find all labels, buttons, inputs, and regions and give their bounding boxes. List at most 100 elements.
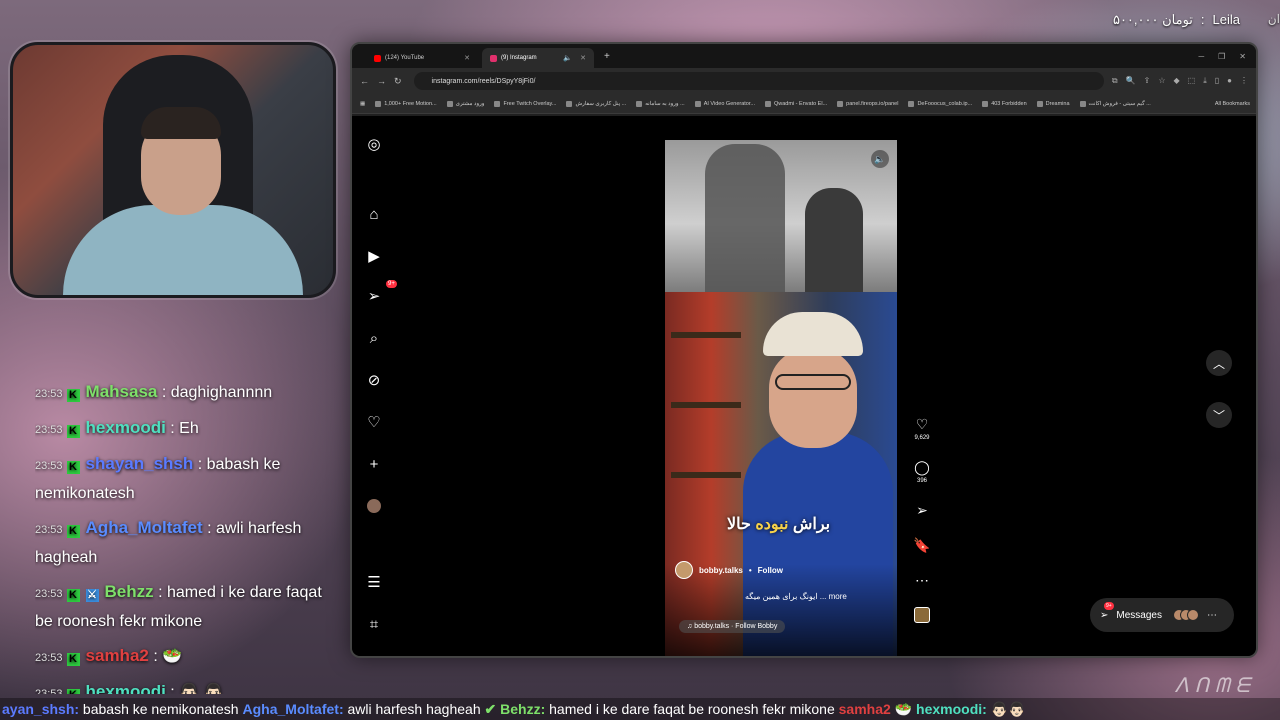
bookmark-item[interactable]: 403 Forbidden xyxy=(982,100,1027,107)
minimize-icon[interactable]: ─ xyxy=(1198,52,1204,61)
speaker-icon[interactable]: 🔈 xyxy=(871,150,889,168)
bookmark-item[interactable]: panel.fireops.io/panel xyxy=(837,100,898,107)
heart-icon: ♡ xyxy=(915,416,929,432)
chat-username[interactable]: Behzz xyxy=(105,582,154,601)
reel-video[interactable]: 🔈 براش نبوده حالا bobby.talks • Follow ا… xyxy=(665,140,897,656)
reel-audio[interactable]: ♫ bobby.talks · Follow Bobby xyxy=(679,620,786,633)
share-button[interactable]: ➢ xyxy=(910,502,934,519)
back-icon[interactable]: ← xyxy=(360,76,369,86)
forward-icon[interactable]: → xyxy=(377,76,386,86)
chat-ticker: ayan_shsh: babash ke nemikonatesh Agha_M… xyxy=(0,698,1280,720)
extensions-icon[interactable]: ⬚ xyxy=(1188,76,1196,86)
bookmark-item[interactable]: Free Twitch Overlay... xyxy=(494,100,557,107)
browser-window: (124) YouTube ✕ (9) Instagram 🔈 ✕ + ─ ❐ … xyxy=(350,42,1258,658)
bookmark-label: Free Twitch Overlay... xyxy=(503,100,557,107)
next-reel-button[interactable]: ﹀ xyxy=(1206,402,1232,428)
explore-icon[interactable]: ⊘ xyxy=(364,370,384,390)
kick-badge-icon: K xyxy=(66,389,80,402)
close-tab-icon[interactable]: ✕ xyxy=(580,54,586,62)
chat-message: 23:53 K Mahsasa : daghighannnn xyxy=(35,378,335,408)
all-bookmarks-button[interactable]: All Bookmarks xyxy=(1215,101,1256,107)
chat-username[interactable]: hexmoodi xyxy=(86,682,166,694)
bookmark-icon: 🔖 xyxy=(913,537,931,553)
apps-icon[interactable]: ▦ xyxy=(360,101,365,107)
close-window-icon[interactable]: ✕ xyxy=(1239,52,1246,61)
bookmark-label: 403 Forbidden xyxy=(991,100,1027,107)
chat-username[interactable]: Mahsasa xyxy=(86,382,158,401)
url-input[interactable]: instagram.com/reels/DSpyY8jFi0/ xyxy=(413,72,1104,90)
bookmark-item[interactable]: Dreamina xyxy=(1036,100,1070,107)
bookmark-item[interactable]: ورود به سامانه ... xyxy=(636,100,685,107)
chat-message: 23:53 Ksamha2 : 🥗 xyxy=(35,642,335,672)
reload-icon[interactable]: ↻ xyxy=(394,76,402,87)
home-icon[interactable]: ⌂ xyxy=(364,204,384,224)
bookmark-item[interactable]: 1,000+ Free Motion... xyxy=(375,100,437,107)
new-tab-button[interactable]: + xyxy=(598,51,616,62)
follow-button[interactable]: Follow xyxy=(758,566,783,575)
chat-username[interactable]: shayan_shsh xyxy=(86,454,194,473)
mute-tab-icon[interactable]: 🔈 xyxy=(563,54,572,62)
bookmark-star-icon[interactable]: ☆ xyxy=(1158,76,1165,86)
extension-icon[interactable]: ◆ xyxy=(1173,76,1179,86)
search-icon[interactable]: ⌕ xyxy=(364,328,384,348)
author-avatar[interactable] xyxy=(675,561,693,579)
bookmark-favicon-icon xyxy=(566,100,573,107)
download-icon[interactable]: ⤓ xyxy=(1203,76,1207,86)
more-options-button[interactable]: ⋯ xyxy=(910,572,934,589)
chat-timestamp: 23:53 xyxy=(35,652,63,664)
close-tab-icon[interactable]: ✕ xyxy=(464,54,470,62)
bookmark-item[interactable]: پنل کاربری سفارش ... xyxy=(566,100,626,107)
ticker-username: ✔ Behzz: xyxy=(484,701,546,717)
share-icon[interactable]: ⇪ xyxy=(1144,76,1151,86)
also-from-meta-icon[interactable]: ⌗ xyxy=(364,614,384,634)
bookmark-item[interactable]: AI Video Generator... xyxy=(694,100,755,107)
messages-button[interactable]: ➢ 9+ Messages ⋯ xyxy=(1090,598,1234,632)
bookmark-label: 1,000+ Free Motion... xyxy=(384,100,437,107)
profile-icon[interactable]: ● xyxy=(1227,76,1232,86)
subtitle-text: براش xyxy=(788,516,831,533)
bookshelf xyxy=(671,472,741,478)
subtitle-highlight: نبوده xyxy=(755,516,789,533)
girl-figure xyxy=(805,188,863,292)
bookmark-item[interactable]: DeFooocus_colab.ip... xyxy=(908,100,972,107)
comment-button[interactable]: ◯ 396 xyxy=(910,459,934,484)
messages-label: Messages xyxy=(1116,609,1162,621)
chat-message: 23:53 Kshayan_shsh : babash ke nemikonate… xyxy=(35,450,335,508)
bookmark-item[interactable]: Qwadmi - Envato El... xyxy=(764,100,827,107)
bookmark-item[interactable]: ورود مشتری xyxy=(446,100,485,107)
webcam-person-hair xyxy=(141,107,221,139)
author-name[interactable]: bobby.talks xyxy=(699,566,743,575)
chat-username[interactable]: hexmoodi xyxy=(86,418,166,437)
tab-youtube[interactable]: (124) YouTube ✕ xyxy=(366,48,478,68)
comment-count: 396 xyxy=(916,478,927,484)
previous-reel-button[interactable]: ︿ xyxy=(1206,350,1232,376)
reel-caption[interactable]: ایونگ برای همین میگه ... more xyxy=(745,592,847,601)
chat-message: 23:53Khexmoodi : 👨🏻 👨🏻 xyxy=(35,678,335,694)
direct-icon[interactable]: ➢ 9+ xyxy=(364,280,397,306)
menu-icon[interactable]: ⋮ xyxy=(1240,76,1248,86)
chat-username[interactable]: Agha_Moltafet xyxy=(86,518,203,537)
instagram-logo-icon[interactable]: ◎ xyxy=(364,134,384,154)
save-button[interactable]: 🔖 xyxy=(910,537,934,554)
chat-timestamp: 23:53 xyxy=(35,460,63,472)
more-menu-icon[interactable]: ☰ xyxy=(364,572,384,592)
create-icon[interactable]: + xyxy=(364,454,384,474)
bookshelf xyxy=(671,332,741,338)
chat-username[interactable]: samha2 xyxy=(86,646,149,665)
reels-icon[interactable]: ▶ xyxy=(364,246,384,266)
audio-cover-thumbnail[interactable] xyxy=(914,607,930,623)
profile-avatar[interactable] xyxy=(364,496,384,516)
instagram-icon xyxy=(490,54,497,62)
install-icon[interactable]: ⧉ xyxy=(1112,76,1118,86)
heart-icon[interactable]: ♡ xyxy=(364,412,384,432)
bookmark-label: ورود مشتری xyxy=(455,100,485,107)
tab-instagram[interactable]: (9) Instagram 🔈 ✕ xyxy=(482,48,594,68)
sidebar-icon[interactable]: ▯ xyxy=(1215,76,1219,86)
like-button[interactable]: ♡ 9,629 xyxy=(910,416,934,441)
kick-badge-icon: K xyxy=(66,589,80,602)
chat-timestamp: 23:53 xyxy=(35,388,63,400)
maximize-icon[interactable]: ❐ xyxy=(1218,52,1225,61)
zoom-icon[interactable]: 🔍 xyxy=(1126,76,1136,86)
bookmark-item[interactable]: گیم سیتی - فروش اکانت ... xyxy=(1079,100,1151,107)
send-icon: ➢ xyxy=(916,502,928,518)
